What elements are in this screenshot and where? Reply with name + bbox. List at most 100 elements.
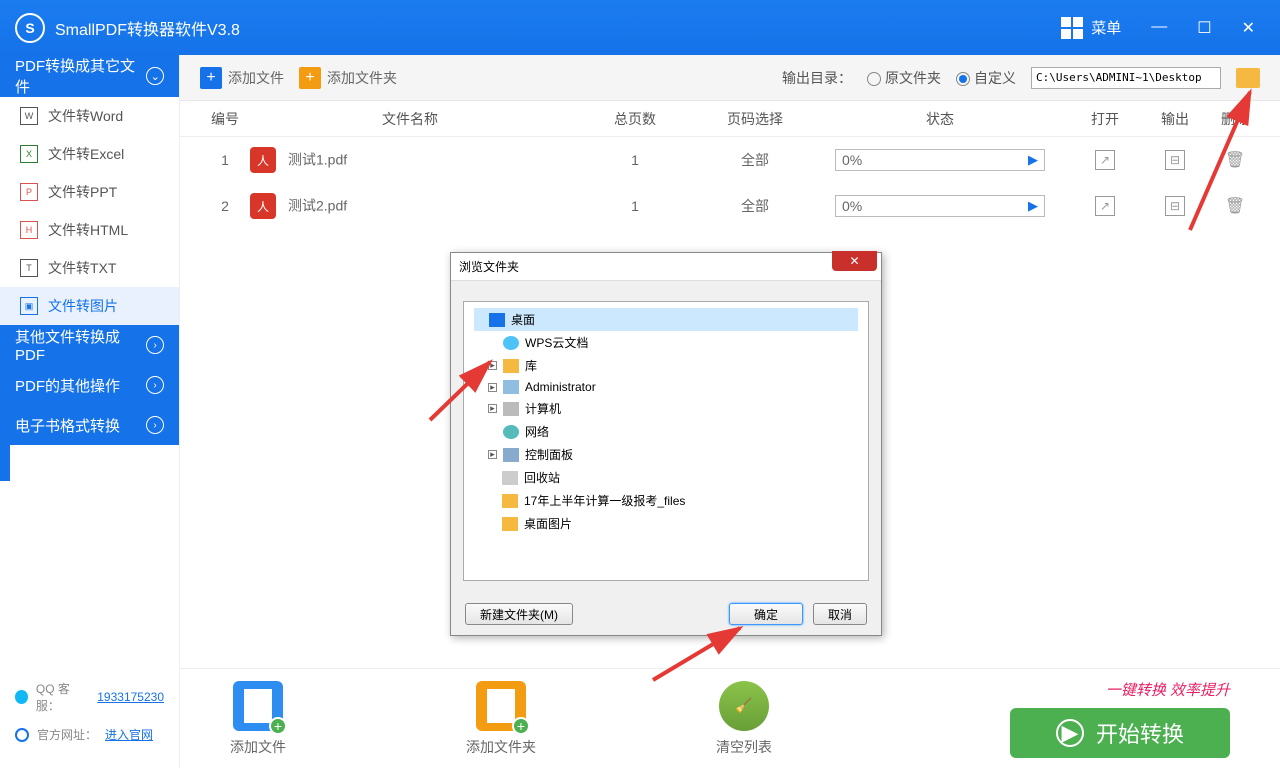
- dialog-close-button[interactable]: ✕: [832, 251, 877, 271]
- open-icon[interactable]: ↗: [1095, 196, 1115, 216]
- sidebar-item-image[interactable]: ▣文件转图片: [0, 287, 179, 325]
- col-name: 文件名称: [250, 109, 570, 129]
- add-folder-big-button[interactable]: + 添加文件夹: [466, 681, 536, 757]
- sidebar-item-label: 文件转Word: [48, 106, 123, 126]
- qq-link[interactable]: 1933175230: [97, 690, 164, 704]
- radio-custom[interactable]: 自定义: [956, 68, 1016, 88]
- word-icon: W: [20, 107, 38, 125]
- pdf-icon: 人: [250, 193, 276, 219]
- open-icon[interactable]: ↗: [1095, 150, 1115, 170]
- expand-icon[interactable]: ▸: [488, 383, 497, 392]
- cell-open: ↗: [1070, 150, 1140, 170]
- bin-icon: [502, 471, 518, 485]
- excel-icon: X: [20, 145, 38, 163]
- dialog-title: 浏览文件夹: [459, 258, 519, 275]
- table-header: 编号 文件名称 总页数 页码选择 状态 打开 输出 删除: [180, 101, 1280, 137]
- bottom-bar: + 添加文件 + 添加文件夹 🧹 清空列表 一键转换 效率提升 ▶ 开始转换: [180, 668, 1280, 768]
- tree-item-lib[interactable]: ▸库: [474, 354, 858, 377]
- sidebar-item-html[interactable]: H 文件转HTML: [0, 211, 179, 249]
- sidebar-item-word[interactable]: W 文件转Word: [0, 97, 179, 135]
- cell-out: ⊟: [1140, 196, 1210, 216]
- progress-bar[interactable]: 0%▶: [835, 149, 1045, 171]
- txt-icon: T: [20, 259, 38, 277]
- network-icon: [503, 425, 519, 439]
- add-file-button[interactable]: +添加文件: [200, 67, 284, 89]
- tree-item-folder1[interactable]: 17年上半年计算一级报考_files: [474, 489, 858, 512]
- qq-label: QQ 客服：: [36, 680, 89, 714]
- trash-icon[interactable]: 🗑: [1225, 198, 1245, 215]
- col-open: 打开: [1070, 109, 1140, 129]
- start-convert-button[interactable]: ▶ 开始转换: [1010, 708, 1230, 758]
- label: 添加文件夹: [466, 737, 536, 757]
- cancel-button[interactable]: 取消: [813, 603, 867, 625]
- add-file-label: 添加文件: [228, 68, 284, 88]
- cell-sel[interactable]: 全部: [700, 196, 810, 216]
- folder-tree[interactable]: 桌面 WPS云文档 ▸库 ▸Administrator ▸计算机 网络 ▸控制面…: [463, 301, 869, 581]
- html-icon: H: [20, 221, 38, 239]
- folder-icon: [502, 494, 518, 508]
- radio-original[interactable]: 原文件夹: [867, 68, 941, 88]
- grid-icon: [1061, 17, 1083, 39]
- sidebar-item-label: 文件转Excel: [48, 144, 124, 164]
- table-row[interactable]: 2 人测试2.pdf 1 全部 0%▶ ↗ ⊟ 🗑: [180, 183, 1280, 229]
- sidebar-header[interactable]: PDF转换成其它文件 ⌄: [0, 55, 179, 97]
- start-label: 开始转换: [1096, 717, 1184, 749]
- expand-icon[interactable]: ▸: [488, 450, 497, 459]
- menu-button[interactable]: 菜单: [1061, 17, 1121, 39]
- menu-label: 菜单: [1091, 17, 1121, 38]
- path-input[interactable]: [1031, 67, 1221, 89]
- plus-icon: +: [299, 67, 321, 89]
- tree-item-recycle[interactable]: 回收站: [474, 466, 858, 489]
- sidebar-cat-ebook[interactable]: 电子书格式转换›: [0, 405, 179, 445]
- sidebar-item-txt[interactable]: T文件转TXT: [0, 249, 179, 287]
- progress-bar[interactable]: 0%▶: [835, 195, 1045, 217]
- app-logo-icon: S: [15, 13, 45, 43]
- cell-sel[interactable]: 全部: [700, 150, 810, 170]
- window-controls: — ☐ ✕: [1151, 18, 1255, 38]
- sidebar-item-ppt[interactable]: P文件转PPT: [0, 173, 179, 211]
- clear-list-button[interactable]: 🧹 清空列表: [716, 681, 772, 757]
- tree-item-desktop[interactable]: 桌面: [474, 308, 858, 331]
- sidebar-item-excel[interactable]: X 文件转Excel: [0, 135, 179, 173]
- browse-folder-button[interactable]: [1236, 68, 1260, 88]
- computer-icon: [503, 402, 519, 416]
- tree-item-computer[interactable]: ▸计算机: [474, 397, 858, 420]
- cell-no: 2: [200, 198, 250, 214]
- expand-icon[interactable]: ▸: [488, 361, 497, 370]
- col-sel: 页码选择: [700, 109, 810, 129]
- folder-icon: [503, 359, 519, 373]
- play-circle-icon: ▶: [1056, 719, 1084, 747]
- cell-out: ⊟: [1140, 150, 1210, 170]
- sidebar-cat-other-to-pdf[interactable]: 其他文件转换成PDF›: [0, 325, 179, 365]
- col-status: 状态: [810, 109, 1070, 129]
- cloud-icon: [503, 336, 519, 350]
- cell-pages: 1: [570, 198, 700, 214]
- tree-item-folder2[interactable]: 桌面图片: [474, 512, 858, 535]
- browse-folder-dialog: 浏览文件夹 ✕ 桌面 WPS云文档 ▸库 ▸Administrator ▸计算机…: [450, 252, 882, 636]
- trash-icon[interactable]: 🗑: [1225, 152, 1245, 169]
- add-file-big-button[interactable]: + 添加文件: [230, 681, 286, 757]
- control-panel-icon: [503, 448, 519, 462]
- close-button[interactable]: ✕: [1242, 18, 1255, 38]
- minimize-button[interactable]: —: [1151, 18, 1167, 38]
- site-label: 官方网址：: [37, 726, 97, 743]
- expand-icon[interactable]: ▸: [488, 404, 497, 413]
- table-row[interactable]: 1 人测试1.pdf 1 全部 0%▶ ↗ ⊟ 🗑: [180, 137, 1280, 183]
- output-icon[interactable]: ⊟: [1165, 196, 1185, 216]
- tree-item-wps[interactable]: WPS云文档: [474, 331, 858, 354]
- user-icon: [503, 380, 519, 394]
- chevron-right-icon: ›: [146, 336, 164, 354]
- new-folder-button[interactable]: 新建文件夹(M): [465, 603, 573, 625]
- ok-button[interactable]: 确定: [729, 603, 803, 625]
- sidebar-item-label: 文件转HTML: [48, 220, 128, 240]
- tree-item-control[interactable]: ▸控制面板: [474, 443, 858, 466]
- output-icon[interactable]: ⊟: [1165, 150, 1185, 170]
- col-del: 删除: [1210, 109, 1260, 129]
- maximize-button[interactable]: ☐: [1197, 18, 1211, 38]
- add-folder-button[interactable]: +添加文件夹: [299, 67, 397, 89]
- tree-item-network[interactable]: 网络: [474, 420, 858, 443]
- sidebar-cat-pdf-ops[interactable]: PDF的其他操作›: [0, 365, 179, 405]
- dialog-titlebar[interactable]: 浏览文件夹 ✕: [451, 253, 881, 281]
- tree-item-admin[interactable]: ▸Administrator: [474, 377, 858, 397]
- site-link[interactable]: 进入官网: [105, 726, 153, 743]
